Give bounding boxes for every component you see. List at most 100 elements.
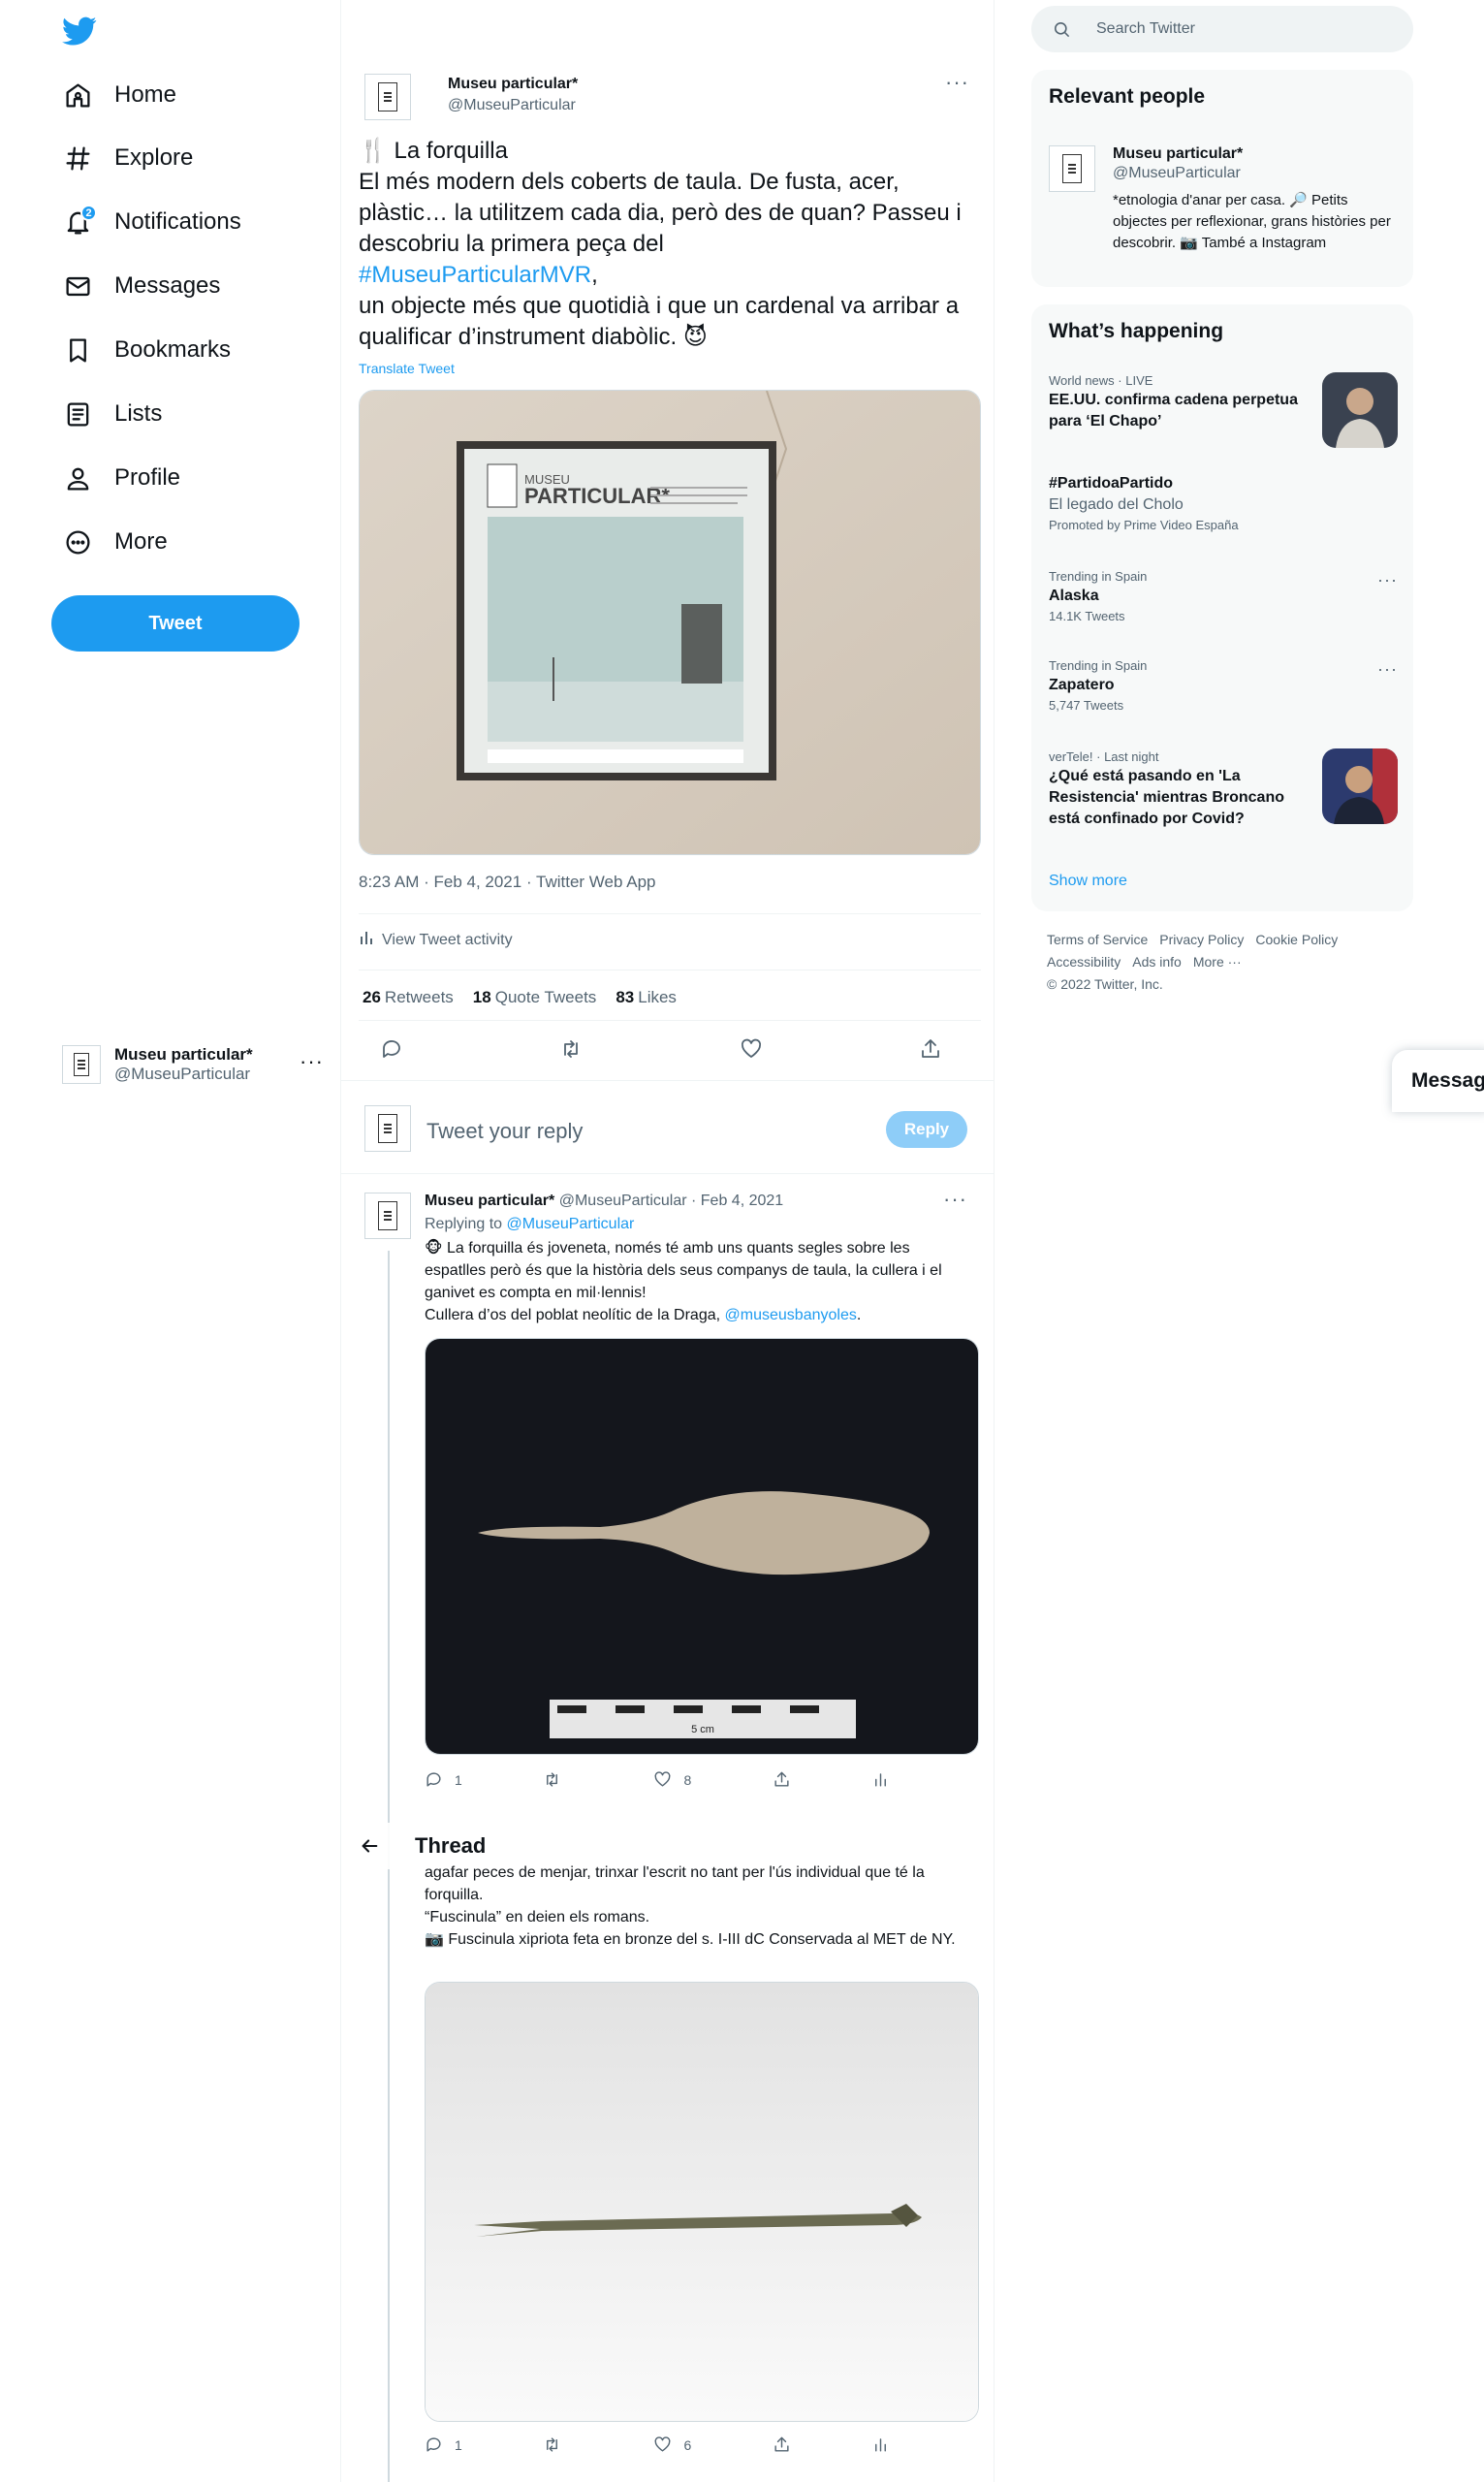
search-input[interactable]: Search Twitter bbox=[1096, 20, 1195, 38]
like-action[interactable]: 8 bbox=[653, 1770, 691, 1789]
account-more-icon: ··· bbox=[300, 1049, 324, 1073]
reply-icon[interactable] bbox=[380, 1037, 403, 1066]
retweet-action[interactable] bbox=[543, 1770, 573, 1789]
account-handle: @MuseuParticular bbox=[114, 1065, 251, 1083]
translate-tweet-link[interactable]: Translate Tweet bbox=[359, 361, 455, 376]
tweet-more-icon[interactable]: ··· bbox=[945, 70, 969, 95]
reply-tweet[interactable]: Museu particular* @MuseuParticular · Feb… bbox=[364, 1187, 979, 2482]
person-handle[interactable]: @MuseuParticular bbox=[1113, 165, 1241, 182]
reply-tweet[interactable]: agafar peces de menjar, trinxar l'escrit… bbox=[364, 1864, 979, 2480]
reply-photo-fork[interactable] bbox=[425, 1982, 979, 2422]
reply-text: agafar peces de menjar, trinxar l'escrit… bbox=[425, 1864, 956, 1948]
trend-item[interactable]: #PartidoaPartido El legado del Cholo Pro… bbox=[1049, 473, 1398, 541]
reply-action[interactable]: 1 bbox=[425, 1770, 462, 1789]
like-icon[interactable] bbox=[740, 1037, 763, 1066]
footer-link[interactable]: Terms of Service bbox=[1047, 932, 1148, 947]
hashtag-icon bbox=[62, 143, 93, 174]
nav-home-label: Home bbox=[114, 81, 177, 108]
reply-photo-spoon[interactable]: 5 cm bbox=[425, 1338, 979, 1755]
nav-lists[interactable]: Lists bbox=[62, 390, 162, 438]
reply-handle-time[interactable]: @MuseuParticular · Feb 4, 2021 bbox=[559, 1193, 783, 1209]
reply-input[interactable]: Tweet your reply bbox=[426, 1119, 583, 1144]
share-action[interactable] bbox=[773, 1770, 791, 1789]
tweet-header: Museu particular* @MuseuParticular ··· bbox=[364, 70, 971, 124]
footer-link[interactable]: More ··· bbox=[1193, 954, 1242, 970]
home-icon bbox=[62, 80, 93, 111]
avatar[interactable] bbox=[1049, 145, 1095, 192]
trend-more-icon[interactable]: ··· bbox=[1377, 659, 1398, 680]
nav-messages[interactable]: Messages bbox=[62, 262, 220, 310]
share-icon[interactable] bbox=[919, 1037, 942, 1066]
envelope-icon bbox=[62, 270, 93, 302]
likes-stat[interactable]: 83 Likes bbox=[616, 988, 677, 1007]
retweets-stat[interactable]: 26 Retweets bbox=[363, 988, 454, 1007]
back-arrow-icon[interactable] bbox=[359, 1835, 380, 1857]
trend-item[interactable]: verTele! · Last night ¿Qué está pasando … bbox=[1049, 748, 1398, 842]
retweet-action[interactable] bbox=[543, 2435, 573, 2454]
tweet-hashtag-link[interactable]: #MuseuParticularMVR bbox=[359, 262, 591, 288]
reply-author-name[interactable]: Museu particular* bbox=[425, 1193, 554, 1209]
tweet-photo[interactable]: MUSEU PARTICULAR* bbox=[359, 390, 981, 855]
reply-text: 🐵 La forquilla és joveneta, només té amb… bbox=[425, 1240, 942, 1323]
trend-thumbnail bbox=[1322, 748, 1398, 824]
relevant-people-card: Relevant people Museu particular* @Museu… bbox=[1031, 70, 1413, 287]
photo-sign-text: PARTICULAR* bbox=[524, 484, 670, 508]
replying-to-link[interactable]: @MuseuParticular bbox=[507, 1216, 635, 1232]
tweet-button[interactable]: Tweet bbox=[51, 595, 300, 652]
avatar[interactable] bbox=[364, 74, 411, 120]
avatar bbox=[364, 1105, 411, 1152]
show-more-link[interactable]: Show more bbox=[1049, 873, 1127, 890]
left-sidebar: Home Explore 2 Notifications Messages Bo… bbox=[0, 0, 341, 2482]
search-bar[interactable]: Search Twitter bbox=[1031, 6, 1413, 52]
thread-title: Thread bbox=[415, 1833, 487, 1858]
messages-drawer[interactable]: Messages bbox=[1392, 1050, 1484, 1112]
nav-explore-label: Explore bbox=[114, 144, 194, 171]
tweet-actions bbox=[380, 1037, 942, 1066]
view-tweet-activity[interactable]: View Tweet activity bbox=[359, 929, 513, 951]
reply-actions: 1 6 bbox=[425, 2435, 890, 2454]
person-icon bbox=[62, 462, 93, 493]
tweet-stats: 26 Retweets 18 Quote Tweets 83 Likes bbox=[363, 988, 677, 1007]
nav-bookmarks[interactable]: Bookmarks bbox=[62, 326, 231, 374]
scale-label: 5 cm bbox=[691, 1724, 714, 1735]
analytics-action[interactable] bbox=[871, 1770, 890, 1789]
bell-icon: 2 bbox=[62, 205, 97, 238]
tweet-timestamp[interactable]: 8:23 AM · Feb 4, 2021 · Twitter Web App bbox=[359, 873, 655, 892]
share-action[interactable] bbox=[773, 2435, 791, 2454]
nav-more[interactable]: More bbox=[62, 518, 168, 566]
nav-notifications-label: Notifications bbox=[114, 208, 241, 235]
trend-item[interactable]: Trending in Spain Alaska 14.1K Tweets ··… bbox=[1049, 568, 1398, 630]
twitter-logo-icon[interactable] bbox=[62, 14, 97, 48]
quote-tweets-stat[interactable]: 18 Quote Tweets bbox=[473, 988, 597, 1007]
retweet-icon[interactable] bbox=[559, 1037, 583, 1066]
reply-button[interactable]: Reply bbox=[886, 1111, 967, 1148]
trend-more-icon[interactable]: ··· bbox=[1377, 570, 1398, 590]
analytics-action[interactable] bbox=[871, 2435, 890, 2454]
avatar[interactable] bbox=[364, 1193, 411, 1239]
reply-action[interactable]: 1 bbox=[425, 2435, 462, 2454]
trend-thumbnail bbox=[1322, 372, 1398, 448]
trend-item[interactable]: World news · LIVE EE.UU. confirma cadena… bbox=[1049, 372, 1398, 450]
mention-link[interactable]: @museusbanyoles bbox=[725, 1307, 857, 1323]
account-switcher[interactable]: Museu particular* @MuseuParticular ··· bbox=[62, 1035, 324, 1094]
analytics-icon bbox=[359, 929, 374, 951]
like-action[interactable]: 6 bbox=[653, 2435, 691, 2454]
promoted-label: Promoted by Prime Video España bbox=[1049, 518, 1239, 532]
person-bio: *etnologia d'anar per casa. 🔎 Petits obj… bbox=[1113, 192, 1391, 251]
trend-item[interactable]: Trending in Spain Zapatero 5,747 Tweets … bbox=[1049, 657, 1398, 719]
person-name[interactable]: Museu particular* bbox=[1113, 145, 1243, 163]
footer-link[interactable]: Cookie Policy bbox=[1255, 932, 1338, 947]
nav-notifications[interactable]: 2 Notifications bbox=[62, 198, 241, 246]
notification-badge: 2 bbox=[80, 205, 97, 221]
reply-composer: Tweet your reply Reply bbox=[364, 1105, 971, 1160]
footer-link[interactable]: Ads info bbox=[1132, 954, 1182, 970]
nav-profile[interactable]: Profile bbox=[62, 454, 180, 502]
tweet-author-handle[interactable]: @MuseuParticular bbox=[448, 97, 576, 114]
tweet-author-name[interactable]: Museu particular* bbox=[448, 76, 578, 93]
footer-link[interactable]: Accessibility bbox=[1047, 954, 1121, 970]
nav-home[interactable]: Home bbox=[62, 71, 176, 119]
footer-link[interactable]: Privacy Policy bbox=[1159, 932, 1244, 947]
reply-more-icon[interactable]: ··· bbox=[943, 1187, 967, 1212]
nav-more-label: More bbox=[114, 528, 168, 555]
nav-explore[interactable]: Explore bbox=[62, 134, 193, 182]
